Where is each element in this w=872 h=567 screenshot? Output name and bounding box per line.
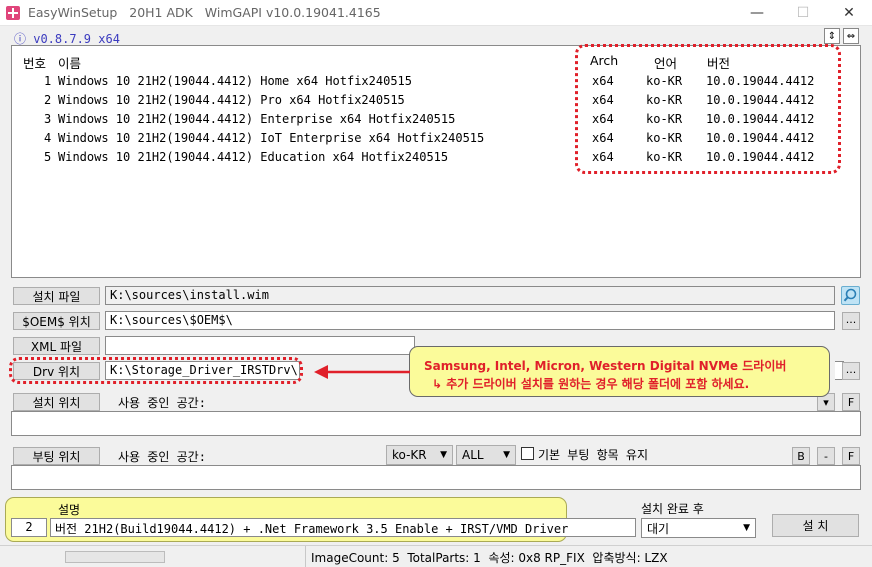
install-file-button[interactable]: 설치 파일 <box>13 287 100 305</box>
highlight-box-driver <box>9 357 303 384</box>
row-name: Windows 10 21H2(19044.4412) Pro x64 Hotf… <box>58 93 405 107</box>
search-icon[interactable] <box>841 286 860 305</box>
status-divider <box>305 546 306 567</box>
callout-arrow-icon <box>314 365 410 379</box>
row-num: 2 <box>44 93 52 107</box>
window-title: EasyWinSetup 20H1 ADK WimGAPI v10.0.1904… <box>28 5 381 20</box>
install-partition-area[interactable] <box>11 411 861 436</box>
row-name: Windows 10 21H2(19044.4412) Home x64 Hot… <box>58 74 413 88</box>
boot-location-button[interactable]: 부팅 위치 <box>13 447 100 465</box>
install-used-space-label: 사용 중인 공간: <box>118 396 206 410</box>
install-location-button[interactable]: 설치 위치 <box>13 393 100 411</box>
oem-location-field[interactable]: K:\sources\$OEM$\ <box>105 311 835 330</box>
install-button[interactable]: 설 치 <box>772 514 859 537</box>
row-num: 5 <box>44 150 52 164</box>
column-header-name[interactable]: 이름 <box>58 53 81 72</box>
xml-file-field[interactable] <box>105 336 415 355</box>
boot-partition-area[interactable] <box>11 465 861 490</box>
boot-remove-button[interactable]: - <box>817 447 835 465</box>
boot-language-value: ko-KR <box>392 448 427 462</box>
minimize-button[interactable]: — <box>734 0 780 26</box>
after-install-value: 대기 <box>647 521 670 536</box>
keep-boot-entry-checkbox[interactable] <box>521 447 534 460</box>
boot-scope-value: ALL <box>462 448 484 462</box>
driver-browse-button[interactable]: ... <box>842 362 860 380</box>
callout-line-2: ↳ 추가 드라이버 설치를 원하는 경우 해당 폴더에 포함 하세요. <box>432 377 750 391</box>
expand-toggle-button[interactable]: ⇔ <box>843 28 859 44</box>
column-header-num[interactable]: 번호 <box>23 53 46 72</box>
oem-location-button[interactable]: $OEM$ 위치 <box>13 312 100 330</box>
chevron-down-icon: ▼ <box>743 523 750 533</box>
title-bar: EasyWinSetup 20H1 ADK WimGAPI v10.0.1904… <box>0 0 872 26</box>
status-bar: ImageCount: 5 TotalParts: 1 속성: 0x8 RP_F… <box>0 545 872 567</box>
callout-line-1: Samsung, Intel, Micron, Western Digital … <box>424 359 787 373</box>
xml-file-button[interactable]: XML 파일 <box>13 337 100 355</box>
chevron-down-icon: ▼ <box>440 450 447 460</box>
progress-bar <box>65 551 165 563</box>
description-header: 설명 <box>58 503 81 517</box>
row-name: Windows 10 21H2(19044.4412) IoT Enterpri… <box>58 131 485 145</box>
row-num: 1 <box>44 74 52 88</box>
install-file-field[interactable]: K:\sources\install.wim <box>105 286 835 305</box>
maximize-button[interactable]: ☐ <box>780 0 826 26</box>
driver-callout: Samsung, Intel, Micron, Western Digital … <box>409 346 830 397</box>
keep-boot-entry-label: 기본 부팅 항목 유지 <box>538 448 648 462</box>
highlight-box-arch-lang-version <box>575 44 841 174</box>
row-num: 4 <box>44 131 52 145</box>
description-text-field[interactable]: 버전 21H2(Build19044.4412) + .Net Framewor… <box>50 518 636 537</box>
row-num: 3 <box>44 112 52 126</box>
row-name: Windows 10 21H2(19044.4412) Enterprise x… <box>58 112 456 126</box>
app-icon <box>6 6 20 20</box>
description-num-field[interactable]: 2 <box>11 518 47 537</box>
boot-language-select[interactable]: ko-KR ▼ <box>386 445 453 465</box>
boot-scope-select[interactable]: ALL ▼ <box>456 445 516 465</box>
install-format-button[interactable]: F <box>842 393 860 411</box>
close-button[interactable]: ✕ <box>826 0 872 26</box>
chevron-down-icon: ▼ <box>503 450 510 460</box>
oem-browse-button[interactable]: ... <box>842 312 860 330</box>
boot-format-button[interactable]: F <box>842 447 860 465</box>
boot-used-space-label: 사용 중인 공간: <box>118 450 206 464</box>
boot-b-button[interactable]: B <box>792 447 810 465</box>
status-text: ImageCount: 5 TotalParts: 1 속성: 0x8 RP_F… <box>311 551 668 565</box>
after-install-label: 설치 완료 후 <box>641 502 704 516</box>
row-name: Windows 10 21H2(19044.4412) Education x6… <box>58 150 449 164</box>
sort-toggle-button[interactable]: ⇕ <box>824 28 840 44</box>
after-install-select[interactable]: 대기 ▼ <box>641 518 756 538</box>
